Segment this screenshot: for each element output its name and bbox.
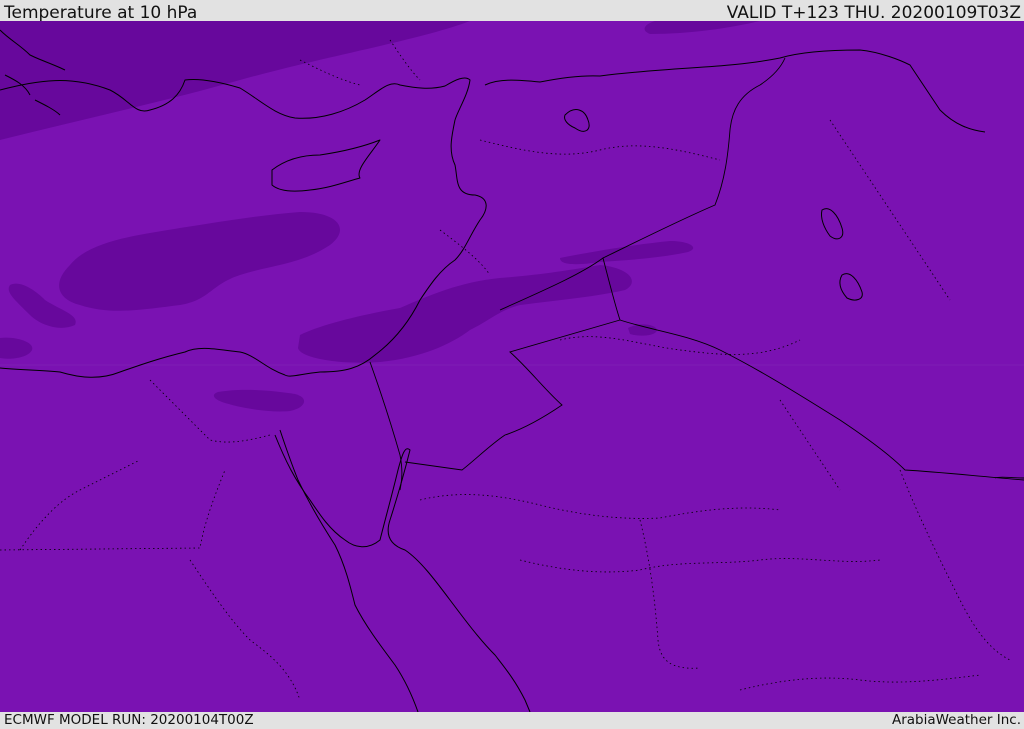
- credit-label: ArabiaWeather Inc.: [891, 712, 1021, 728]
- valid-time-label: VALID T+123 THU. 20200109T03Z: [726, 3, 1021, 23]
- model-run-label: ECMWF MODEL RUN: 20200104T00Z: [4, 712, 254, 728]
- map-title: Temperature at 10 hPa: [4, 3, 198, 23]
- header-bar: Temperature at 10 hPa VALID T+123 THU. 2…: [0, 0, 1024, 23]
- weather-map[interactable]: [0, 21, 1024, 712]
- temperature-field-base: [0, 21, 1024, 712]
- footer-bar: ECMWF MODEL RUN: 20200104T00Z ArabiaWeat…: [0, 712, 1024, 729]
